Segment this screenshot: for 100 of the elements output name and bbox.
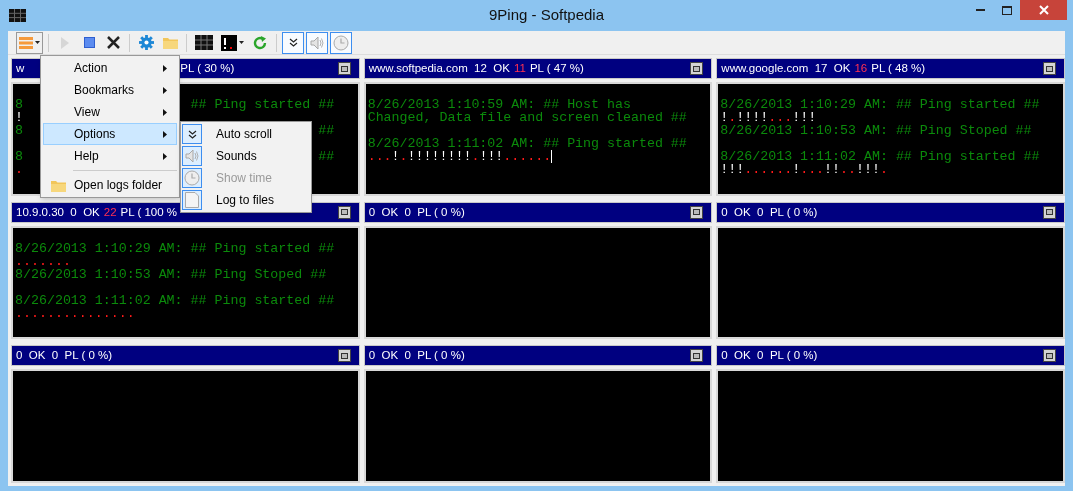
panel-stats: PL ( 100 % — [120, 204, 178, 220]
ping-results: . — [15, 163, 23, 176]
ping-results: !! — [824, 163, 841, 176]
ping-results: !!!! — [736, 111, 769, 124]
submenu-arrow-icon — [163, 152, 167, 160]
ping-results: .. — [840, 163, 857, 176]
folder-icon — [50, 178, 66, 192]
menu-item[interactable]: Auto scroll — [181, 123, 311, 145]
menu-item[interactable]: View — [43, 101, 177, 123]
maximize-button[interactable] — [337, 349, 351, 363]
ping-results: !!! — [792, 111, 817, 124]
double-chevron-icon — [187, 129, 197, 139]
log-message: ## Ping started ## — [190, 97, 335, 112]
ping-results: ... — [800, 163, 825, 176]
log-message: 8/26/2013 1:11:02 AM: ## Ping started ## — [15, 293, 335, 307]
log-message: 8/26/2013 1:10:53 AM: ## Ping Stoped ## — [15, 267, 327, 281]
log-message: 8/26/2013 1:11:02 AM: ## Ping started ## — [720, 150, 1040, 163]
folder-icon — [162, 36, 178, 49]
log-message: ## — [318, 149, 335, 164]
ping-results: . — [471, 150, 480, 163]
menu-item[interactable]: Action — [43, 57, 177, 79]
ping-results: ... — [768, 111, 793, 124]
maximize-icon — [1001, 5, 1012, 15]
log-message: 8/26/2013 1:10:29 AM: ## Ping started ## — [15, 241, 335, 255]
caret-icon — [35, 41, 40, 44]
menu-item[interactable]: Open logs folder — [43, 174, 177, 196]
maximize-button[interactable] — [690, 205, 704, 219]
panel-stats: 0 OK 0 PL ( 0 %) — [16, 348, 113, 364]
maximize-button[interactable] — [1043, 205, 1056, 219]
toggle-button[interactable] — [282, 31, 304, 54]
ping-results: ...... — [503, 150, 552, 163]
ping-results: ! — [720, 111, 729, 124]
panel-stats: www.google.com 17 OK — [721, 60, 851, 76]
grid-icon — [9, 9, 26, 22]
submenu-arrow-icon — [163, 64, 167, 72]
ping-results: ....... — [15, 254, 71, 268]
toggle-button[interactable] — [306, 31, 328, 54]
close-button[interactable] — [1020, 0, 1067, 20]
double-chevron-icon — [288, 38, 298, 47]
panel-stats: 0 OK 0 PL ( 0 %) — [721, 204, 818, 220]
ping-results: ...... — [744, 163, 793, 176]
ping-results: . — [399, 150, 408, 163]
submenu-arrow-icon — [163, 130, 167, 138]
panel-stats: www.softpedia.com 12 OK — [368, 60, 510, 76]
panel-stats: 0 OK 0 PL ( 0 %) — [368, 348, 465, 364]
submenu-arrow-icon — [163, 86, 167, 94]
gear-icon — [138, 35, 154, 50]
panel-stats: PL ( 30 %) — [180, 60, 235, 76]
maximize-button[interactable] — [337, 62, 351, 75]
maximize-button[interactable] — [690, 349, 704, 363]
failed-count: 16 — [854, 60, 868, 76]
log-message: 8/26/2013 1:10:53 AM: ## Ping Stoped ## — [720, 124, 1032, 137]
log-message: 8 — [15, 97, 23, 112]
ping-results: !!! — [720, 163, 745, 176]
text-cursor — [551, 150, 553, 163]
menu-item[interactable]: Help — [43, 145, 177, 167]
ping-results: !!! — [856, 163, 880, 176]
log-message: Changed, Data file and screen cleaned ## — [367, 111, 687, 124]
menu-item[interactable]: Bookmarks — [43, 79, 177, 101]
ping-results: . — [728, 111, 737, 124]
ping-results: ............... — [15, 306, 135, 320]
refresh-icon — [253, 35, 267, 50]
panel-stats: w — [16, 60, 25, 76]
maximize-button[interactable] — [690, 62, 704, 75]
menu-item[interactable]: Log to files — [181, 189, 311, 211]
clock-icon — [333, 34, 349, 51]
panel-stats: 0 OK 0 PL ( 0 %) — [721, 348, 818, 364]
menu-lines-icon — [19, 36, 33, 49]
ping-results: ! — [391, 150, 400, 163]
maximize-button[interactable] — [1043, 62, 1056, 75]
stop-icon — [83, 37, 95, 48]
maximize-button[interactable] — [1043, 349, 1056, 363]
close-icon — [106, 36, 120, 49]
log-message: 8/26/2013 1:10:29 AM: ## Ping started ## — [720, 98, 1040, 111]
log-message: 8 — [15, 149, 23, 164]
panel-stats: PL ( 47 %) — [529, 60, 584, 76]
minimize-icon — [975, 9, 985, 11]
ping-results: ... — [367, 150, 392, 163]
submenu-arrow-icon — [163, 108, 167, 116]
failed-count: 11 — [513, 60, 526, 76]
failed-count: 22 — [103, 204, 117, 220]
ping-results: ! — [792, 163, 801, 176]
log-message: 8 — [15, 123, 23, 138]
menu-item[interactable]: Options — [43, 123, 177, 145]
caret-icon — [239, 41, 244, 44]
play-icon — [61, 36, 69, 49]
grid-icon — [195, 35, 213, 50]
panel-stats: 10.9.0.30 0 OK — [16, 204, 100, 220]
close-icon — [1038, 5, 1049, 15]
toggle-button[interactable] — [330, 31, 352, 54]
maximize-button[interactable] — [337, 205, 351, 219]
menu-item[interactable]: Sounds — [181, 145, 311, 167]
log-message: ## — [318, 123, 335, 138]
window-title: 9Ping - Softpedia — [487, 5, 606, 26]
log-message: 8/26/2013 1:11:02 AM: ## Ping started ## — [367, 137, 687, 150]
panel-stats: 0 OK 0 PL ( 0 %) — [368, 204, 465, 220]
panel-stats: PL ( 48 %) — [871, 60, 926, 76]
ping-results: . — [880, 163, 888, 176]
speaker-icon — [310, 35, 324, 50]
log-message: 8/26/2013 1:10:59 AM: ## Host has — [367, 98, 631, 111]
